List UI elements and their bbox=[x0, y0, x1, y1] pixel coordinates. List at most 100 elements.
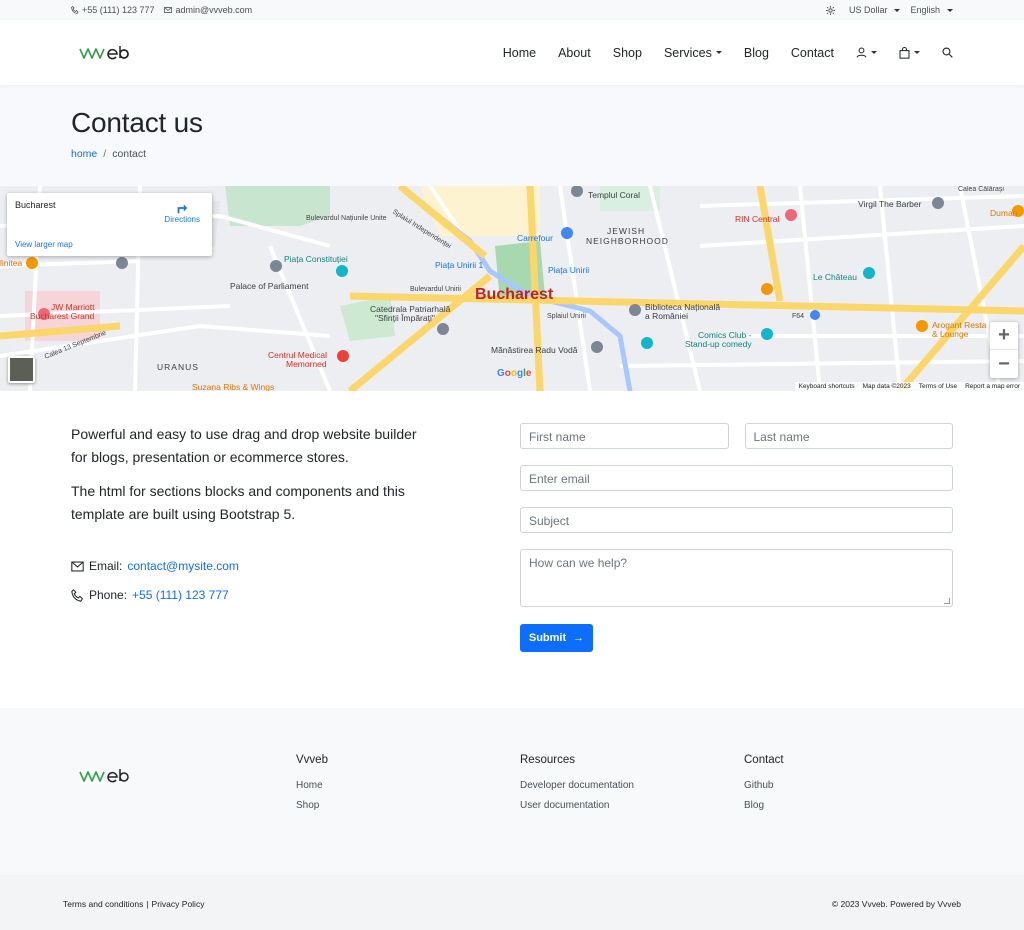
zoom-in-button[interactable]: + bbox=[990, 322, 1018, 350]
vvveb-logo-icon bbox=[79, 769, 129, 783]
footer-link-github[interactable]: Github bbox=[744, 780, 968, 791]
map-label: F64 bbox=[792, 313, 805, 320]
footer-heading: Resources bbox=[520, 754, 575, 766]
map-label: Splaiul Unirii bbox=[547, 313, 586, 320]
keyboard-shortcuts-link[interactable]: Keyboard shortcuts bbox=[799, 383, 855, 390]
map-data-text: Map data ©2023 bbox=[862, 383, 911, 390]
page-hero: Contact us home / contact bbox=[0, 85, 1024, 186]
caret-down-icon bbox=[715, 51, 722, 54]
map-label: & Lounge bbox=[932, 329, 969, 339]
footer-link-home[interactable]: Home bbox=[296, 780, 520, 791]
contact-email-link[interactable]: contact@mysite.com bbox=[127, 559, 239, 573]
nav-contact[interactable]: Contact bbox=[780, 46, 845, 60]
map-label: NEIGHBORHOOD bbox=[586, 236, 669, 246]
contact-phone-link[interactable]: +55 (111) 123 777 bbox=[132, 588, 229, 602]
sun-icon bbox=[825, 5, 835, 15]
theme-toggle[interactable] bbox=[825, 5, 835, 15]
terms-of-use-link[interactable]: Terms of Use bbox=[919, 383, 957, 390]
search-icon bbox=[942, 47, 953, 58]
main-nav: Home About Shop Services Blog Contact bbox=[492, 46, 953, 60]
footer-link-blog[interactable]: Blog bbox=[744, 800, 968, 811]
caret-down-icon bbox=[871, 51, 877, 54]
subject-field[interactable]: Subject bbox=[520, 507, 953, 533]
map-embed[interactable]: Templul Coral JEWISH NEIGHBORHOOD RIN Ce… bbox=[0, 186, 1024, 391]
language-dropdown[interactable]: English bbox=[910, 5, 953, 15]
message-textarea[interactable]: How can we help? bbox=[520, 549, 953, 607]
footer-col-contact: Contact Github Blog bbox=[744, 754, 968, 875]
resize-handle-icon[interactable] bbox=[944, 598, 950, 604]
copyright: © 2023 Vvveb. Powered by Vvveb bbox=[831, 898, 961, 909]
map-label: Duman bbox=[990, 208, 1018, 218]
nav-home[interactable]: Home bbox=[492, 46, 547, 60]
footer-logo[interactable] bbox=[79, 754, 296, 875]
footer-heading: Vvveb bbox=[296, 754, 328, 766]
map-info-card: Bucharest Directions View larger map bbox=[7, 193, 212, 256]
map-label: Piața Unirii 1 bbox=[435, 260, 484, 270]
email-field[interactable]: Enter email bbox=[520, 465, 953, 491]
map-label: a României bbox=[645, 311, 688, 321]
currency-dropdown[interactable]: US Dollar bbox=[849, 5, 901, 15]
logo[interactable] bbox=[79, 45, 131, 61]
footer-col-vvveb: Vvveb Home Shop bbox=[296, 754, 520, 875]
map-label: Calea Călărași bbox=[958, 186, 1004, 193]
map-attribution: Keyboard shortcuts Map data ©2023 Terms … bbox=[794, 382, 1024, 391]
nav-services[interactable]: Services bbox=[653, 46, 733, 60]
footer-link-shop[interactable]: Shop bbox=[296, 800, 520, 811]
site-footer: Vvveb Home Shop Resources Developer docu… bbox=[0, 708, 1024, 875]
page-title: Contact us bbox=[71, 107, 203, 138]
contact-phone-line: Phone: +55 (111) 123 777 bbox=[71, 585, 520, 605]
arrow-right-icon: → bbox=[573, 632, 585, 644]
google-logo: Google bbox=[497, 368, 532, 379]
footer-link-user-docs[interactable]: User documentation bbox=[520, 800, 744, 811]
contact-info: Powerful and easy to use drag and drop w… bbox=[71, 423, 520, 708]
nav-blog[interactable]: Blog bbox=[733, 46, 780, 60]
zoom-out-button[interactable]: − bbox=[990, 350, 1018, 378]
caret-down-icon bbox=[894, 8, 901, 12]
shopping-bag-icon bbox=[899, 46, 910, 59]
nav-shop[interactable]: Shop bbox=[602, 46, 653, 60]
nav-about[interactable]: About bbox=[547, 46, 602, 60]
top-bar: +55 (111) 123 777 admin@vvveb.com US Dol… bbox=[0, 0, 1024, 20]
footer-col-resources: Resources Developer documentation User d… bbox=[520, 754, 744, 875]
map-label: Templul Coral bbox=[588, 190, 640, 200]
map-label: Piața Constituției bbox=[284, 254, 348, 264]
phone-icon bbox=[71, 588, 84, 602]
map-label: Bulevardul Unirii bbox=[410, 286, 461, 293]
map-label: Virgil The Barber bbox=[858, 199, 922, 209]
envelope-icon bbox=[164, 7, 173, 13]
footer-separator: | bbox=[146, 898, 149, 909]
map-label: Stand-up comedy bbox=[685, 339, 752, 349]
footer-link-dev-docs[interactable]: Developer documentation bbox=[520, 780, 744, 791]
map-label: Piața Unirii bbox=[548, 265, 590, 275]
map-label: Bulevardul Națiunile Unite bbox=[306, 215, 387, 222]
map-label: URANUS bbox=[157, 362, 199, 372]
last-name-field[interactable]: Last name bbox=[744, 423, 953, 449]
envelope-icon bbox=[71, 561, 84, 571]
view-larger-map-link[interactable]: View larger map bbox=[15, 240, 73, 249]
cart-menu[interactable] bbox=[888, 46, 931, 59]
map-label: Memorned bbox=[286, 359, 327, 369]
contact-email-line: Email: contact@mysite.com bbox=[71, 556, 520, 576]
terms-link[interactable]: Terms and conditions bbox=[63, 899, 143, 909]
caret-down-icon bbox=[947, 8, 953, 12]
privacy-link[interactable]: Privacy Policy bbox=[152, 899, 205, 909]
report-map-error-link[interactable]: Report a map error bbox=[965, 383, 1020, 390]
satellite-toggle[interactable] bbox=[8, 356, 35, 383]
top-email[interactable]: admin@vvveb.com bbox=[164, 5, 252, 15]
first-name-field[interactable]: First name bbox=[520, 423, 729, 449]
bootstrap-paragraph: The html for sections blocks and compone… bbox=[71, 483, 405, 522]
map-label: linitea bbox=[0, 258, 23, 268]
user-menu[interactable] bbox=[845, 47, 888, 58]
caret-down-icon bbox=[914, 51, 920, 54]
main-header: Home About Shop Services Blog Contact bbox=[0, 20, 1024, 85]
directions-link[interactable]: Directions bbox=[164, 201, 200, 224]
breadcrumb-home[interactable]: home bbox=[71, 148, 97, 160]
breadcrumb-current: contact bbox=[112, 148, 147, 160]
submit-button[interactable]: Submit → bbox=[520, 624, 593, 652]
map-label: JEWISH bbox=[607, 226, 646, 236]
map-label: Bucharest Grand bbox=[30, 311, 95, 321]
top-phone[interactable]: +55 (111) 123 777 bbox=[71, 5, 154, 15]
map-label: Carrefour bbox=[517, 233, 553, 243]
search-button[interactable] bbox=[931, 47, 953, 58]
breadcrumb-separator: / bbox=[103, 148, 107, 160]
